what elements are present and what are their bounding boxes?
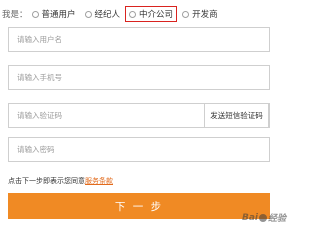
phone-input[interactable] [9, 66, 269, 89]
paw-icon [258, 213, 267, 222]
username-input[interactable] [9, 28, 269, 51]
next-step-button[interactable]: 下 一 步 [8, 193, 270, 219]
radio-circle[interactable] [129, 10, 137, 18]
password-input[interactable] [9, 138, 269, 161]
username-field-box [8, 27, 270, 52]
watermark-left: Bai [241, 212, 258, 223]
role-selector: 我是： 普通用户 经纪人 中介公司 开发商 [2, 6, 227, 22]
register-page: 我是： 普通用户 经纪人 中介公司 开发商 发送短信验证码 点击下一步即表示您同… [0, 0, 288, 227]
radio-label: 开发商 [192, 10, 218, 20]
watermark-right: 经验 [267, 214, 286, 224]
code-field-box: 发送短信验证码 [8, 103, 270, 128]
radio-label: 经纪人 [94, 10, 121, 20]
radio-agency-company[interactable]: 中介公司 [125, 6, 178, 22]
phone-field-box [8, 65, 270, 90]
terms-link[interactable]: 服务条款 [85, 177, 113, 185]
radio-agent[interactable]: 经纪人 [84, 8, 121, 20]
radio-label: 中介公司 [139, 10, 174, 20]
radio-circle[interactable] [31, 10, 39, 18]
radio-normal-user[interactable]: 普通用户 [31, 8, 76, 20]
radio-label: 普通用户 [41, 10, 76, 20]
code-input[interactable] [9, 104, 213, 127]
baidu-jingyan-watermark: Bai 经验 [241, 211, 286, 225]
role-label: 我是： [2, 10, 28, 20]
radio-circle[interactable] [182, 10, 190, 18]
agreement-row: 点击下一步即表示您同意服务条款 [8, 176, 113, 186]
radio-circle[interactable] [84, 10, 92, 18]
password-field-box [8, 137, 270, 162]
agreement-text: 点击下一步即表示您同意 [8, 177, 85, 185]
send-sms-code-button[interactable]: 发送短信验证码 [204, 103, 269, 128]
radio-developer[interactable]: 开发商 [182, 8, 218, 20]
